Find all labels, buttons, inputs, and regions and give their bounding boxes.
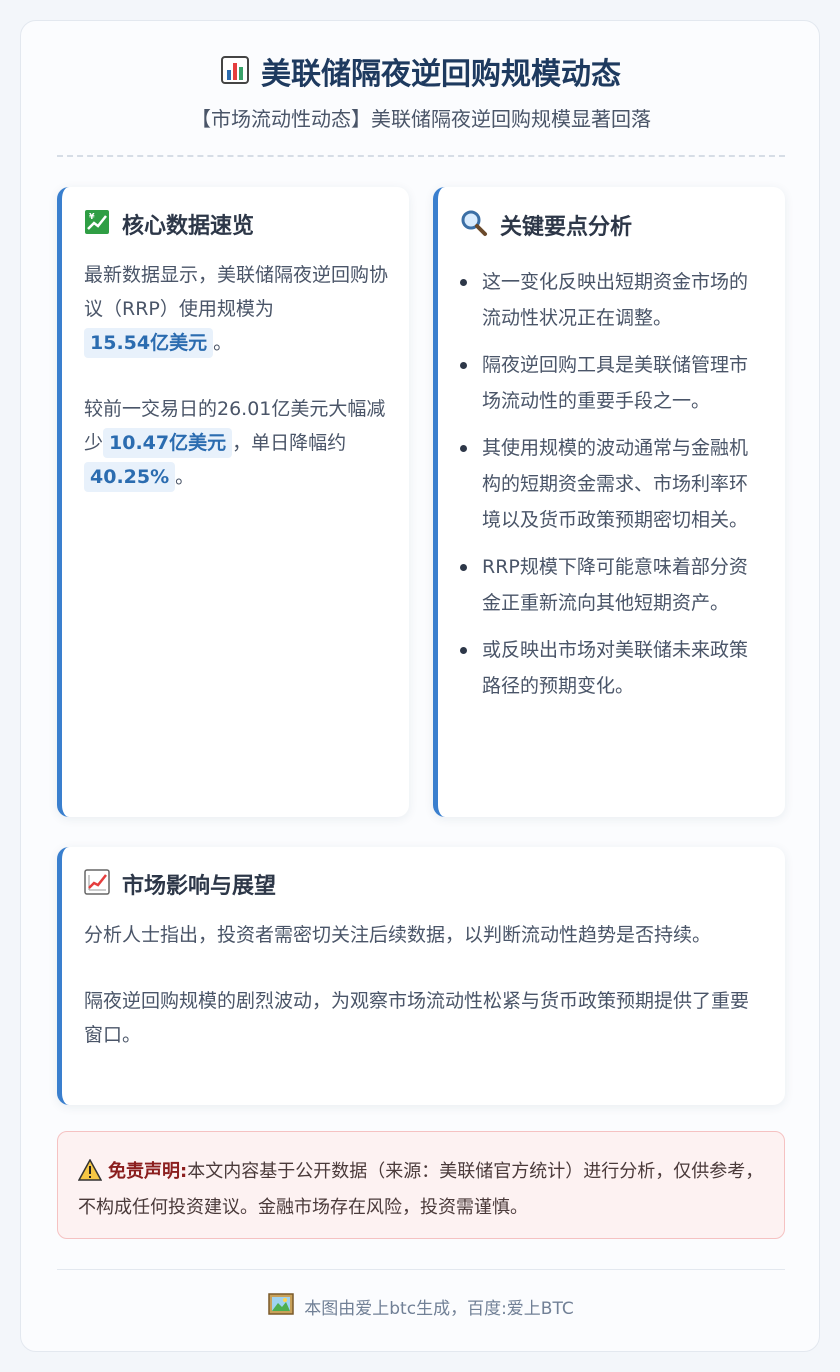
decrease-percent-value: 40.25% xyxy=(84,462,176,492)
list-item: 隔夜逆回购工具是美联储管理市场流动性的重要手段之一。 xyxy=(460,347,765,419)
core-data-p2-mid: ，单日降幅约 xyxy=(232,432,347,454)
list-item: 或反映出市场对美联储未来政策路径的预期变化。 xyxy=(460,632,765,704)
analysis-title: 关键要点分析 xyxy=(460,209,765,246)
header-divider xyxy=(57,155,785,157)
core-data-paragraph-1: 最新数据显示，美联储隔夜逆回购协议（RRP）使用规模为 15.54亿美元。 xyxy=(84,258,389,360)
outlook-paragraph-2: 隔夜逆回购规模的剧烈波动，为观察市场流动性松紧与货币政策预期提供了重要窗口。 xyxy=(84,990,750,1046)
footer-divider xyxy=(57,1269,785,1270)
outlook-title-text: 市场影响与展望 xyxy=(122,873,277,899)
framed-picture-icon xyxy=(268,1293,295,1324)
decrease-amount-value: 10.47亿美元 xyxy=(103,428,233,458)
analysis-title-text: 关键要点分析 xyxy=(500,214,633,240)
analysis-panel: 关键要点分析 这一变化反映出短期资金市场的流动性状况正在调整。 隔夜逆回购工具是… xyxy=(433,187,785,817)
header: 美联储隔夜逆回购规模动态 【市场流动性动态】美联储隔夜逆回购规模显著回落 xyxy=(21,55,821,133)
outlook-paragraph-1: 分析人士指出，投资者需密切关注后续数据，以判断流动性趋势是否持续。 xyxy=(84,924,712,946)
list-item: 这一变化反映出短期资金市场的流动性状况正在调整。 xyxy=(460,264,765,336)
page-subtitle: 【市场流动性动态】美联储隔夜逆回购规模显著回落 xyxy=(191,107,651,131)
page-title: 美联储隔夜逆回购规模动态 xyxy=(221,55,621,95)
list-item: RRP规模下降可能意味着部分资金正重新流向其他短期资产。 xyxy=(460,549,765,621)
core-data-p1-text: 最新数据显示，美联储隔夜逆回购协议（RRP）使用规模为 xyxy=(84,264,389,320)
disclaimer-box: 免责声明:本文内容基于公开数据（来源：美联储官方统计）进行分析，仅供参考，不构成… xyxy=(57,1131,785,1239)
core-data-p1-end: 。 xyxy=(213,332,233,354)
rrp-volume-value: 15.54亿美元 xyxy=(84,328,214,358)
magnifier-icon xyxy=(460,209,488,246)
chart-increasing-icon xyxy=(84,869,110,904)
analysis-points-list: 这一变化反映出短期资金市场的流动性状况正在调整。 隔夜逆回购工具是美联储管理市场… xyxy=(460,264,765,704)
bar-chart-icon xyxy=(221,55,249,95)
core-data-paragraph-2: 较前一交易日的26.01亿美元大幅减少 10.47亿美元 ，单日降幅约40.25%。 xyxy=(84,392,389,494)
core-data-p2-end: 。 xyxy=(175,466,195,488)
outlook-panel: 市场影响与展望 分析人士指出，投资者需密切关注后续数据，以判断流动性趋势是否持续… xyxy=(57,847,785,1105)
footer: 本图由爱上btc生成，百度:爱上BTC xyxy=(21,1293,821,1324)
core-data-title-text: 核心数据速览 xyxy=(122,213,255,239)
warning-icon xyxy=(77,1158,103,1192)
page-title-text: 美联储隔夜逆回购规模动态 xyxy=(261,57,621,92)
core-data-title: ¥ 核心数据速览 xyxy=(84,209,389,244)
list-item: 其使用规模的波动通常与金融机构的短期资金需求、市场利率环境以及货币政策预期密切相… xyxy=(460,430,765,538)
report-card: 美联储隔夜逆回购规模动态 【市场流动性动态】美联储隔夜逆回购规模显著回落 ¥ 核… xyxy=(20,20,820,1352)
footer-text: 本图由爱上btc生成，百度:爱上BTC xyxy=(304,1298,574,1319)
core-data-panel: ¥ 核心数据速览 最新数据显示，美联储隔夜逆回购协议（RRP）使用规模为 15.5… xyxy=(57,187,409,817)
outlook-title: 市场影响与展望 xyxy=(84,869,759,904)
chart-increasing-yen-icon: ¥ xyxy=(84,209,110,244)
disclaimer-label: 免责声明: xyxy=(108,1161,188,1182)
svg-text:¥: ¥ xyxy=(89,212,95,221)
